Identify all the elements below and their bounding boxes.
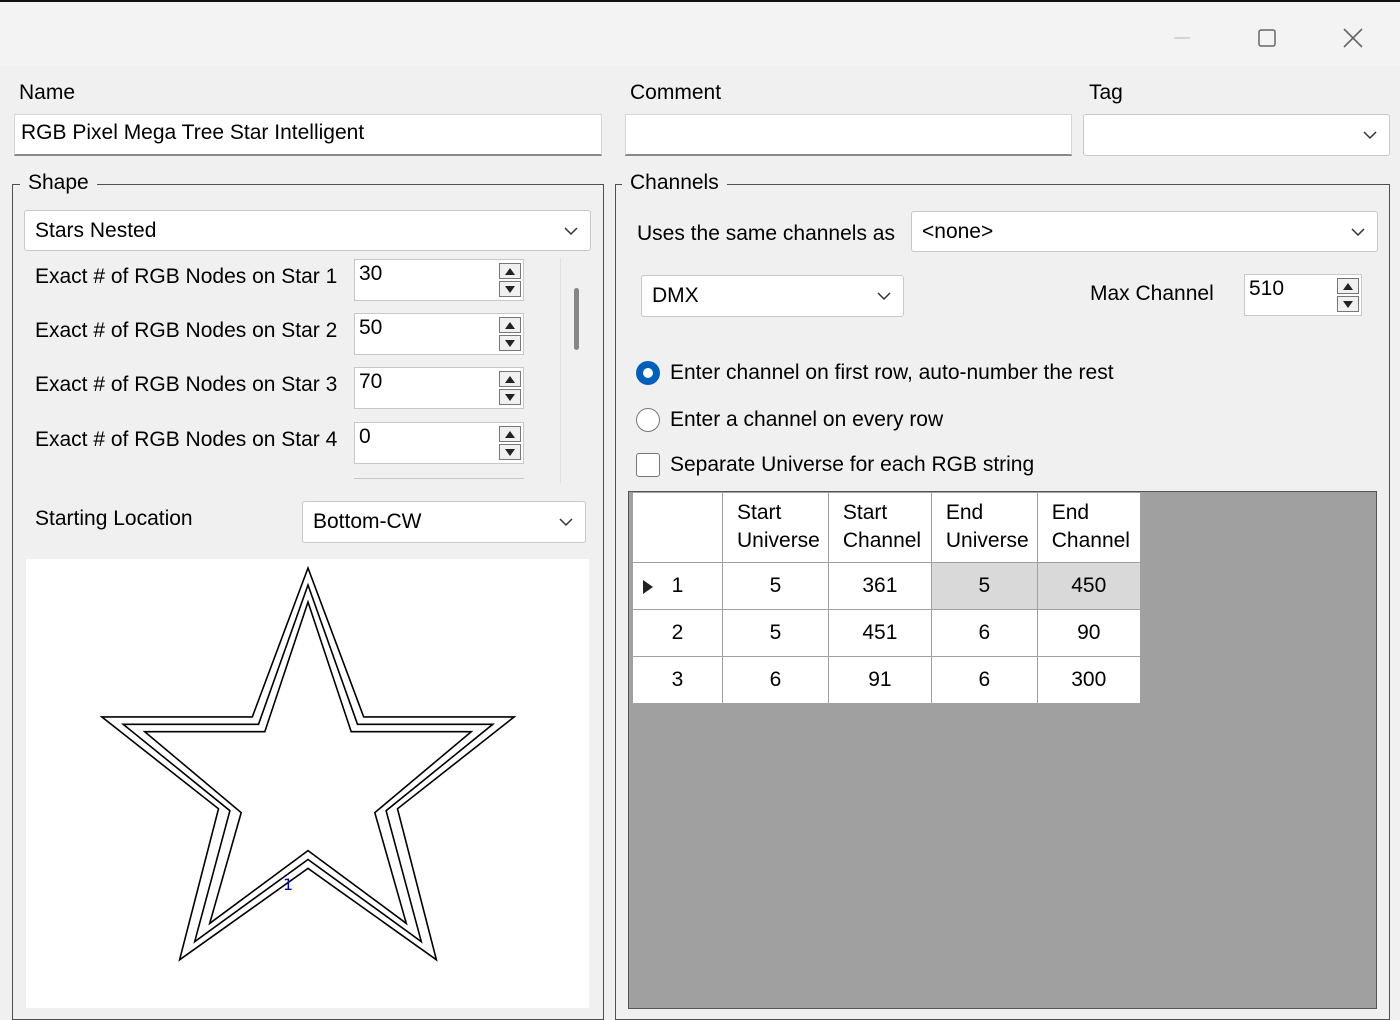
tag-label: Tag bbox=[1089, 81, 1123, 104]
star2-nodes-label: Exact # of RGB Nodes on Star 2 bbox=[35, 319, 338, 342]
comment-input[interactable] bbox=[625, 114, 1072, 156]
star2-nodes-stepper[interactable]: 50 bbox=[354, 313, 524, 355]
nested-star-preview: 1 bbox=[99, 565, 517, 962]
star3-nodes-label: Exact # of RGB Nodes on Star 3 bbox=[35, 373, 338, 396]
same-channels-dropdown[interactable]: <none> bbox=[911, 211, 1378, 252]
grid-cell[interactable]: 91 bbox=[827, 656, 932, 704]
grid-cell[interactable]: 5 bbox=[722, 609, 829, 657]
minimize-button[interactable] bbox=[1152, 14, 1212, 62]
starting-location-value: Bottom-CW bbox=[313, 510, 422, 533]
shape-group-title: Shape bbox=[20, 171, 97, 195]
name-input[interactable]: RGB Pixel Mega Tree Star Intelligent bbox=[14, 114, 602, 156]
grid-cell-selected[interactable]: 5 bbox=[930, 562, 1038, 610]
same-channels-label: Uses the same channels as bbox=[637, 222, 895, 245]
grid-cell[interactable]: 451 bbox=[827, 609, 932, 657]
grid-cell[interactable]: 6 bbox=[930, 609, 1038, 657]
grid-cell[interactable]: 300 bbox=[1036, 656, 1141, 704]
nodes-scrollbar-thumb[interactable] bbox=[574, 288, 579, 350]
starting-location-dropdown[interactable]: Bottom-CW bbox=[302, 501, 586, 543]
row-header[interactable]: 2 bbox=[632, 609, 723, 657]
spin-up-icon[interactable] bbox=[499, 317, 521, 333]
grid-cell[interactable]: 6 bbox=[930, 656, 1038, 704]
max-channel-label: Max Channel bbox=[1090, 282, 1214, 305]
star1-nodes-label: Exact # of RGB Nodes on Star 1 bbox=[35, 265, 338, 288]
spin-up-icon[interactable] bbox=[499, 371, 521, 387]
star1-nodes-value: 30 bbox=[359, 262, 383, 285]
max-channel-stepper[interactable]: 510 bbox=[1244, 274, 1362, 316]
radio-every-row[interactable] bbox=[636, 408, 660, 432]
spin-down-icon[interactable] bbox=[1337, 296, 1359, 312]
grid-cell[interactable]: 361 bbox=[827, 562, 932, 610]
close-icon bbox=[1343, 28, 1363, 48]
chevron-down-icon bbox=[1363, 131, 1377, 140]
table-row[interactable]: 3 6 91 6 300 bbox=[632, 656, 1141, 704]
spin-down-icon[interactable] bbox=[499, 281, 521, 297]
chevron-down-icon bbox=[564, 226, 578, 235]
shape-type-value: Stars Nested bbox=[35, 218, 157, 242]
channels-grid-area: Start Universe Start Channel End Universe E… bbox=[628, 491, 1377, 1009]
star3-nodes-value: 70 bbox=[359, 370, 383, 393]
grid-corner-header bbox=[632, 492, 723, 563]
shape-preview: 1 bbox=[26, 559, 589, 1008]
spin-up-icon[interactable] bbox=[499, 263, 521, 279]
spin-down-icon[interactable] bbox=[499, 335, 521, 351]
chevron-down-icon bbox=[559, 518, 573, 527]
minimize-icon bbox=[1174, 37, 1190, 39]
grid-cell-selected[interactable]: 450 bbox=[1036, 562, 1141, 610]
column-header[interactable]: Start Universe bbox=[722, 492, 829, 563]
starting-location-label: Starting Location bbox=[35, 507, 193, 530]
star-outline-outer bbox=[99, 565, 517, 962]
row-header[interactable]: 1 bbox=[632, 562, 723, 610]
star4-nodes-label: Exact # of RGB Nodes on Star 4 bbox=[35, 428, 338, 451]
tag-dropdown[interactable] bbox=[1083, 114, 1390, 156]
column-header[interactable]: End Channel bbox=[1036, 492, 1141, 563]
same-channels-value: <none> bbox=[922, 219, 994, 243]
maximize-button[interactable] bbox=[1237, 14, 1297, 62]
grid-cell[interactable]: 5 bbox=[722, 562, 829, 610]
radio-first-row-label[interactable]: Enter channel on first row, auto-number … bbox=[670, 361, 1114, 385]
name-label: Name bbox=[19, 81, 76, 104]
chevron-down-icon bbox=[877, 292, 891, 301]
spin-up-icon[interactable] bbox=[499, 426, 521, 442]
table-row[interactable]: 2 5 451 6 90 bbox=[632, 609, 1141, 657]
column-header[interactable]: Start Channel bbox=[827, 492, 932, 563]
grid-cell[interactable]: 90 bbox=[1036, 609, 1141, 657]
chevron-down-icon bbox=[1351, 227, 1365, 236]
star4-nodes-stepper[interactable]: 0 bbox=[354, 422, 524, 464]
current-row-icon bbox=[643, 580, 653, 594]
star-outline-middle bbox=[120, 582, 496, 944]
max-channel-value: 510 bbox=[1249, 277, 1285, 300]
protocol-dropdown[interactable]: DMX bbox=[641, 275, 904, 317]
clipped-stepper-edge bbox=[354, 478, 524, 482]
separate-universe-checkbox[interactable] bbox=[636, 453, 660, 477]
star2-nodes-value: 50 bbox=[359, 316, 383, 339]
panel-divider bbox=[560, 258, 561, 483]
separate-universe-label[interactable]: Separate Universe for each RGB string bbox=[670, 453, 1034, 477]
radio-every-row-label[interactable]: Enter a channel on every row bbox=[670, 408, 943, 432]
shape-type-dropdown[interactable]: Stars Nested bbox=[24, 210, 591, 251]
comment-label: Comment bbox=[630, 81, 722, 104]
column-header[interactable]: End Universe bbox=[930, 492, 1038, 563]
spin-down-icon[interactable] bbox=[499, 444, 521, 460]
grid-cell[interactable]: 6 bbox=[722, 656, 829, 704]
star1-nodes-stepper[interactable]: 30 bbox=[354, 259, 524, 301]
table-row[interactable]: 1 5 361 5 450 bbox=[632, 562, 1141, 610]
close-button[interactable] bbox=[1323, 14, 1383, 62]
star4-nodes-value: 0 bbox=[359, 425, 371, 448]
row-header[interactable]: 3 bbox=[632, 656, 723, 704]
star3-nodes-stepper[interactable]: 70 bbox=[354, 367, 524, 409]
star-outline-inner bbox=[142, 599, 474, 926]
radio-first-row[interactable] bbox=[636, 361, 660, 385]
channels-grid: Start Universe Start Channel End Universe E… bbox=[632, 492, 1141, 704]
maximize-icon bbox=[1258, 29, 1276, 47]
spin-up-icon[interactable] bbox=[1337, 278, 1359, 294]
start-marker: 1 bbox=[283, 875, 293, 894]
protocol-value: DMX bbox=[652, 284, 699, 307]
spin-down-icon[interactable] bbox=[499, 389, 521, 405]
channels-group-title: Channels bbox=[622, 171, 727, 195]
